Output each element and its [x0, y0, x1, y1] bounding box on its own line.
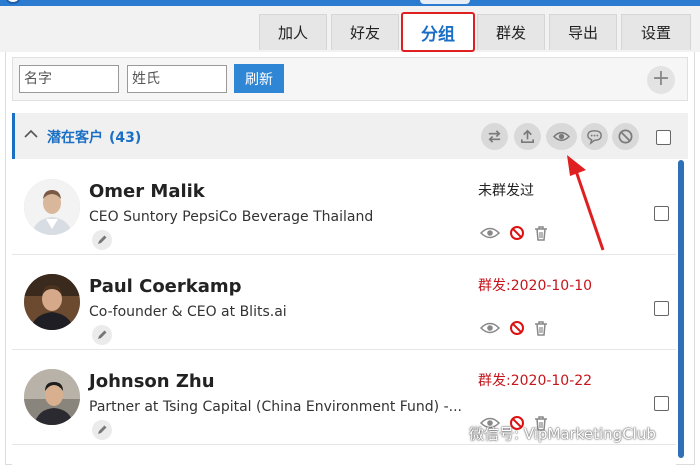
tab-friends[interactable]: 好友 — [331, 14, 399, 50]
group-header[interactable]: 潜在客户 (43) — [12, 113, 688, 159]
scrollbar[interactable] — [678, 160, 684, 458]
watermark-text: 微信号: VipMarketingClub — [469, 424, 656, 443]
watermark: 微信号: VipMarketingClub — [440, 420, 656, 446]
group-select-checkbox[interactable] — [656, 130, 671, 145]
tab-bar: 加人 好友 分组 群发 导出 设置 — [0, 6, 700, 52]
refresh-button[interactable]: 刷新 — [234, 64, 284, 93]
pencil-icon[interactable] — [92, 325, 112, 345]
block-icon[interactable] — [507, 318, 527, 338]
contact-select-checkbox[interactable] — [654, 301, 669, 316]
tab-export[interactable]: 导出 — [549, 14, 617, 50]
avatar[interactable] — [24, 369, 80, 425]
group-count: (43) — [109, 130, 142, 146]
wechat-icon — [440, 423, 463, 442]
search-bar: 刷新 + — [12, 57, 688, 101]
avatar[interactable] — [24, 179, 80, 235]
broadcast-status: 群发:2020-10-10 — [478, 278, 593, 294]
contact-select-checkbox[interactable] — [654, 396, 669, 411]
tab-groups[interactable]: 分组 — [401, 12, 475, 52]
contact-title: CEO Suntory PepsiCo Beverage Thailand — [89, 209, 374, 225]
upload-group-button[interactable] — [514, 123, 541, 150]
broadcast-status: 群发:2020-10-22 — [478, 373, 593, 389]
block-icon — [618, 129, 633, 144]
tab-add-people[interactable]: 加人 — [259, 14, 327, 50]
eye-icon[interactable] — [480, 223, 500, 243]
contact-row: Omer Malik CEO Suntory PepsiCo Beverage … — [12, 161, 676, 255]
trash-icon[interactable] — [531, 223, 551, 243]
trash-icon[interactable] — [531, 318, 551, 338]
contact-name[interactable]: Johnson Zhu — [89, 371, 215, 392]
move-group-button[interactable] — [481, 123, 508, 150]
avatar[interactable] — [24, 274, 80, 330]
app-logo-icon — [6, 0, 20, 4]
block-group-button[interactable] — [612, 123, 639, 150]
add-group-button[interactable]: + — [647, 66, 675, 94]
view-group-button[interactable] — [546, 123, 577, 150]
tab-settings[interactable]: 设置 — [621, 14, 691, 50]
upload-icon — [520, 129, 535, 144]
broadcast-status: 未群发过 — [478, 183, 534, 199]
contact-row: Paul Coerkamp Co-founder & CEO at Blits.… — [12, 256, 676, 350]
block-icon[interactable] — [507, 223, 527, 243]
message-group-button[interactable] — [581, 123, 608, 150]
chat-bubble-icon — [587, 130, 602, 145]
contact-name[interactable]: Omer Malik — [89, 181, 205, 202]
first-name-input[interactable] — [19, 65, 119, 93]
contact-name[interactable]: Paul Coerkamp — [89, 276, 242, 297]
tab-broadcast[interactable]: 群发 — [477, 14, 545, 50]
contact-select-checkbox[interactable] — [654, 206, 669, 221]
titlebar-tab — [420, 0, 470, 4]
last-name-input[interactable] — [127, 65, 227, 93]
pencil-icon[interactable] — [92, 420, 112, 440]
contact-title: Co-founder & CEO at Blits.ai — [89, 304, 287, 320]
pencil-icon[interactable] — [92, 230, 112, 250]
eye-icon — [553, 131, 570, 142]
contact-row — [12, 446, 676, 465]
swap-icon — [488, 130, 501, 143]
group-name: 潜在客户 — [47, 130, 103, 146]
group-title: 潜在客户 (43) — [47, 127, 141, 147]
chevron-up-icon[interactable] — [24, 127, 38, 143]
eye-icon[interactable] — [480, 318, 500, 338]
contact-title: Partner at Tsing Capital (China Environm… — [89, 399, 462, 415]
